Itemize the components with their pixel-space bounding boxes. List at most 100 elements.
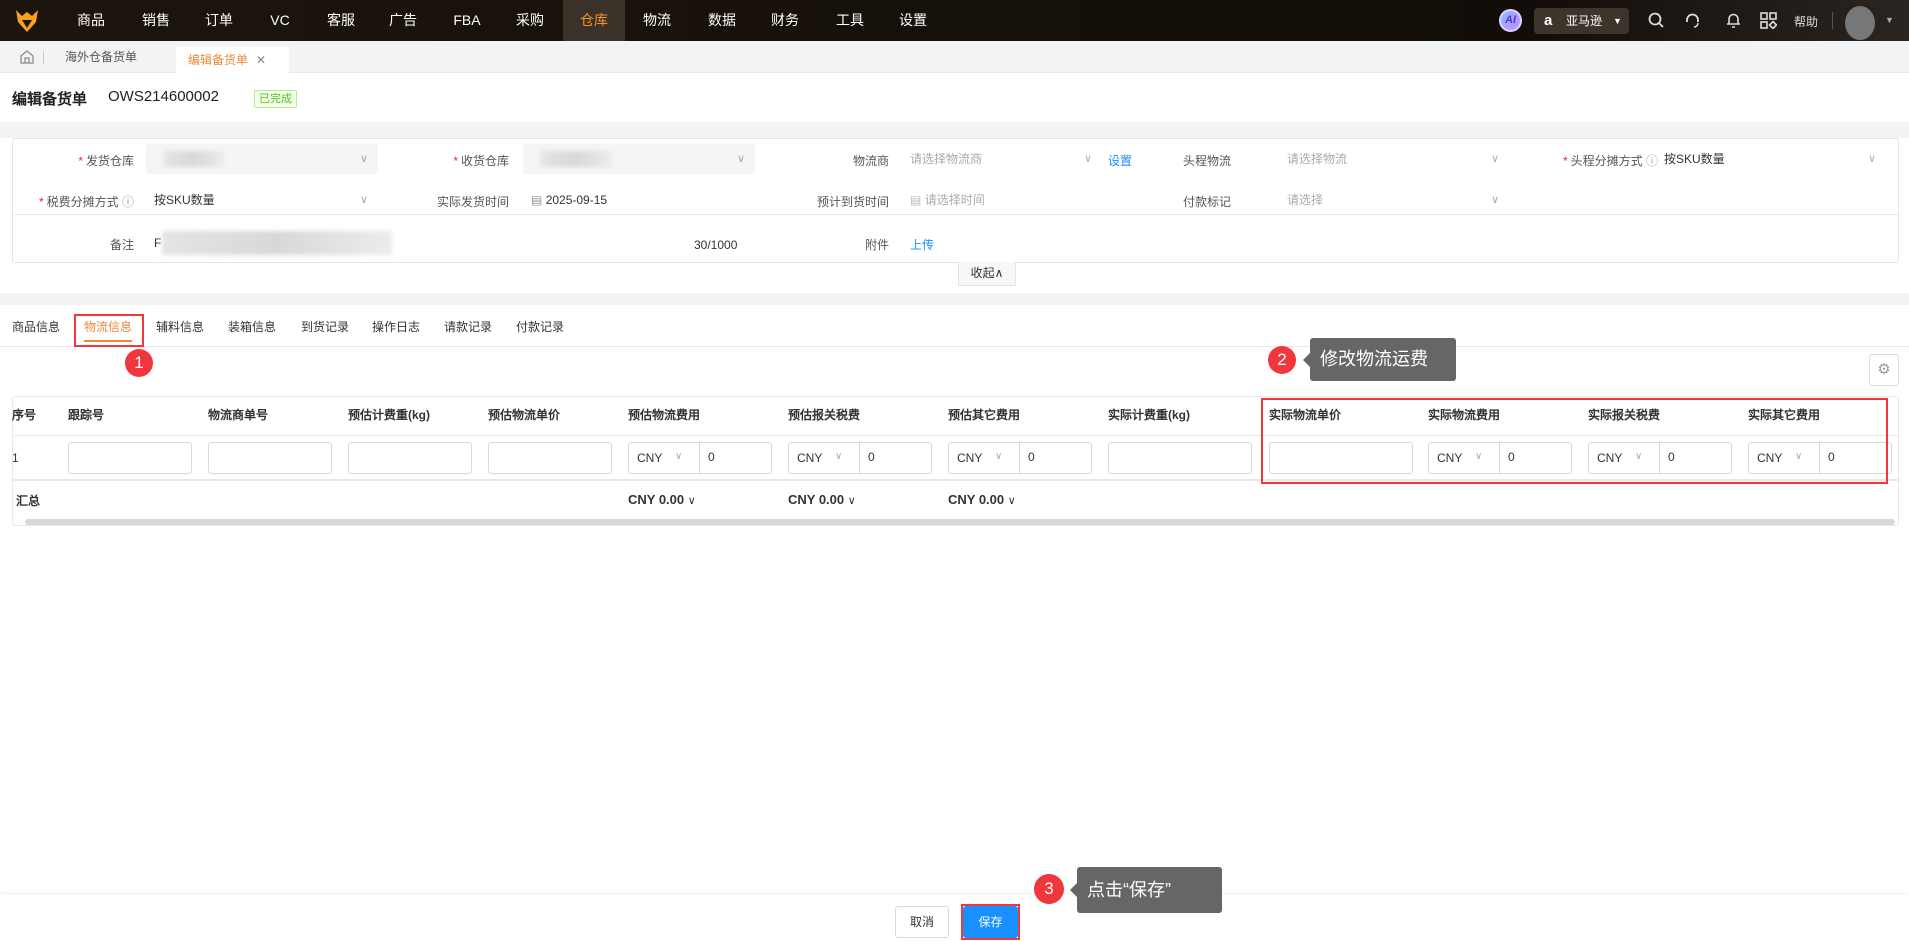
- close-icon[interactable]: ✕: [256, 53, 266, 67]
- chevron-down-icon: ∨: [1490, 194, 1499, 206]
- platform-label: 亚马逊: [1566, 14, 1603, 28]
- annotation-box-1: [74, 314, 144, 347]
- nav-item-products[interactable]: 商品: [60, 0, 122, 41]
- nav-item-data[interactable]: 数据: [691, 0, 753, 41]
- status-badge: 已完成: [254, 90, 297, 108]
- caret-down-icon: ▼: [1613, 16, 1622, 26]
- order-number: OWS214600002: [108, 88, 219, 105]
- annotation-badge-1: 1: [125, 349, 153, 377]
- cancel-button[interactable]: 取消: [895, 906, 949, 938]
- ai-button[interactable]: AI: [1499, 9, 1522, 32]
- apps-grid-icon[interactable]: [1760, 12, 1777, 29]
- home-icon[interactable]: [20, 50, 34, 64]
- chevron-down-icon: ∨: [1083, 153, 1092, 165]
- nav-item-settings[interactable]: 设置: [882, 0, 944, 41]
- bell-icon[interactable]: [1725, 12, 1742, 29]
- nav-item-tools[interactable]: 工具: [819, 0, 881, 41]
- platform-selector[interactable]: a 亚马逊 ▼: [1534, 8, 1629, 34]
- save-button[interactable]: 保存: [963, 906, 1018, 938]
- remark-textarea[interactable]: F 30/1000: [146, 228, 756, 258]
- row-index: 1: [12, 451, 18, 465]
- carrier-label: 物流商: [852, 154, 889, 168]
- est-logistics-fee-input[interactable]: CNY ∨ 0: [628, 442, 772, 474]
- search-icon[interactable]: [1648, 12, 1665, 29]
- nav-item-warehouse[interactable]: 仓库: [563, 0, 625, 41]
- nav-item-orders[interactable]: 订单: [188, 0, 250, 41]
- chevron-up-icon: ∧: [994, 266, 1004, 280]
- top-nav: 商品 销售 订单 VC 客服 广告 FBA 采购 仓库 物流 数据 财务 工具 …: [0, 0, 1909, 41]
- nav-item-logistics[interactable]: 物流: [626, 0, 688, 41]
- first-alloc-select[interactable]: 按SKU数量 ∨: [1656, 144, 1886, 174]
- annotation-box-2: [1261, 398, 1888, 484]
- carrier-select[interactable]: 请选择物流商 ∨: [902, 144, 1102, 174]
- eta-picker[interactable]: ▤ 请选择时间: [902, 185, 1102, 215]
- nav-item-fba[interactable]: FBA: [436, 0, 498, 41]
- payment-mark-label: 付款标记: [1182, 195, 1231, 209]
- ship-warehouse-select[interactable]: ∨: [146, 144, 378, 174]
- attachment-label: 附件: [864, 238, 889, 252]
- actual-weight-input[interactable]: [1108, 442, 1252, 474]
- nav-item-purchase[interactable]: 采购: [499, 0, 561, 41]
- settings-gear-icon[interactable]: ⚙: [1869, 354, 1899, 386]
- tab-operation-log[interactable]: 操作日志: [372, 318, 420, 335]
- chevron-down-icon: ∨: [835, 451, 843, 462]
- separator: [0, 122, 1909, 138]
- summary-est-logistics-fee[interactable]: CNY 0.00 ∨: [628, 492, 696, 507]
- nav-item-service[interactable]: 客服: [310, 0, 372, 41]
- col-est-weight: 预估计费重(kg): [348, 408, 430, 422]
- calendar-icon: ▤: [910, 193, 922, 207]
- upload-link[interactable]: 上传: [910, 236, 934, 253]
- chevron-down-icon: ∨: [736, 153, 745, 165]
- tab-payment-records[interactable]: 付款记录: [516, 318, 564, 335]
- nav-item-ads[interactable]: 广告: [372, 0, 434, 41]
- page-tab-bar: 海外仓备货单 编辑备货单 ✕: [0, 41, 1909, 73]
- est-weight-input[interactable]: [348, 442, 472, 474]
- carrier-settings-link[interactable]: 设置: [1108, 152, 1132, 169]
- tracking-no-input[interactable]: [68, 442, 192, 474]
- page-tab-edit-stock[interactable]: 编辑备货单 ✕: [176, 47, 289, 73]
- ship-warehouse-label: * 发货仓库: [78, 154, 134, 168]
- caret-down-icon[interactable]: ▼: [1885, 15, 1894, 25]
- chevron-down-icon: ∨: [1007, 495, 1016, 507]
- chevron-down-icon: ∨: [995, 451, 1003, 462]
- nav-item-sales[interactable]: 销售: [125, 0, 187, 41]
- annotation-tooltip-3: 点击“保存”: [1070, 867, 1222, 913]
- chevron-down-icon: ∨: [675, 451, 683, 462]
- help-link[interactable]: 帮助: [1794, 13, 1818, 30]
- horizontal-scrollbar[interactable]: [25, 519, 1895, 525]
- tab-product-info[interactable]: 商品信息: [12, 318, 60, 335]
- tax-alloc-select[interactable]: 按SKU数量 ∨: [146, 185, 378, 215]
- avatar[interactable]: [1845, 6, 1875, 40]
- est-other-fee-input[interactable]: CNY ∨ 0: [948, 442, 1092, 474]
- tab-packing-info[interactable]: 装箱信息: [228, 318, 276, 335]
- payment-mark-select[interactable]: 请选择 ∨: [1279, 185, 1509, 215]
- est-customs-tax-input[interactable]: CNY ∨ 0: [788, 442, 932, 474]
- col-est-customs-tax: 预估报关税费: [788, 408, 861, 422]
- chevron-down-icon: ∨: [1867, 153, 1876, 165]
- nav-item-finance[interactable]: 财务: [754, 0, 816, 41]
- first-alloc-label: * 头程分摊方式 ⓘ: [1562, 154, 1658, 168]
- nav-item-vc[interactable]: VC: [249, 0, 311, 41]
- separator: [0, 293, 1909, 305]
- summary-est-customs-tax[interactable]: CNY 0.00 ∨: [788, 492, 856, 507]
- chevron-down-icon: ∨: [1490, 153, 1499, 165]
- logo-icon[interactable]: [14, 8, 40, 34]
- summary-est-other-fee[interactable]: CNY 0.00 ∨: [948, 492, 1016, 507]
- chevron-down-icon: ∨: [359, 194, 368, 206]
- chevron-down-icon: ∨: [847, 495, 856, 507]
- ship-date-picker[interactable]: ▤ 2025-09-15: [523, 185, 723, 215]
- est-unit-price-input[interactable]: [488, 442, 612, 474]
- col-est-logistics-fee: 预估物流费用: [628, 408, 701, 422]
- tab-accessory-info[interactable]: 辅料信息: [156, 318, 204, 335]
- carrier-order-no-input[interactable]: [208, 442, 332, 474]
- page-tab-overseas-stock-list[interactable]: 海外仓备货单: [65, 41, 137, 73]
- first-leg-select[interactable]: 请选择物流 ∨: [1279, 144, 1509, 174]
- headset-icon[interactable]: [1684, 12, 1701, 29]
- receive-warehouse-select[interactable]: ∨: [523, 144, 755, 174]
- receive-warehouse-label: * 收货仓库: [453, 154, 509, 168]
- redacted-value: [162, 231, 392, 255]
- tab-arrival-records[interactable]: 到货记录: [301, 318, 349, 335]
- collapse-toggle[interactable]: 收起∧: [958, 262, 1016, 286]
- tab-payment-request[interactable]: 请款记录: [444, 318, 492, 335]
- page-title: 编辑备货单: [12, 91, 88, 108]
